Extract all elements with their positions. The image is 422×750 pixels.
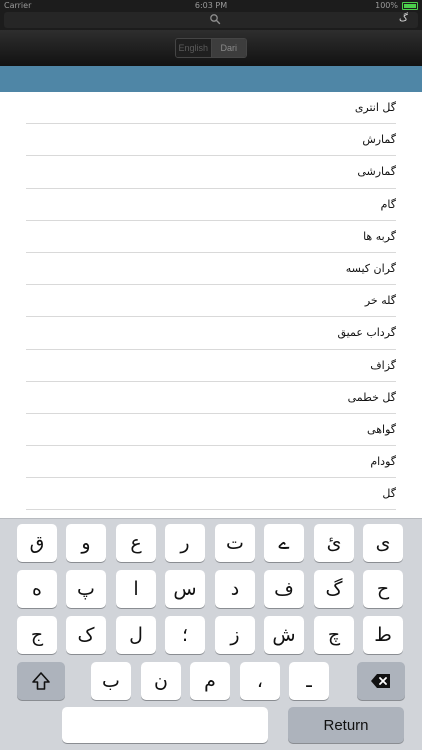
word-label: گران کیسه (345, 262, 396, 276)
search-input[interactable]: گ (4, 12, 418, 28)
key-fe[interactable]: ف (264, 570, 304, 608)
key-ta[interactable]: ط (363, 616, 403, 654)
space-key[interactable] (62, 707, 268, 743)
key-te[interactable]: ت (215, 524, 255, 562)
key-nun[interactable]: ن (141, 662, 181, 700)
word-list-item[interactable]: گواهی (26, 414, 396, 447)
key-dal[interactable]: د (215, 570, 255, 608)
word-label: گودام (370, 455, 396, 469)
word-label: گواهی (367, 422, 396, 436)
word-list-item[interactable]: گمارشی (26, 156, 396, 189)
key-ye[interactable]: ی (363, 524, 403, 562)
language-english-option[interactable]: English (176, 39, 212, 57)
word-label: گمارش (362, 133, 396, 147)
key-lam[interactable]: ل (116, 616, 156, 654)
key-waw[interactable]: و (66, 524, 106, 562)
keyboard: ی ئ ے ت ر ع و ق ح گ ف د س ا پ ه ط چ ش ز … (0, 518, 422, 750)
word-list-item[interactable]: گرداب عمیق (26, 317, 396, 350)
key-be[interactable]: ب (91, 662, 131, 700)
word-label: گل (382, 487, 396, 501)
key-shin[interactable]: ش (264, 616, 304, 654)
word-list-item[interactable]: گله خر (26, 285, 396, 318)
language-dari-option[interactable]: Dari (211, 39, 246, 57)
shift-key[interactable] (17, 662, 65, 700)
list-header (0, 66, 422, 92)
word-list-item[interactable]: گزاف (26, 350, 396, 382)
key-tatweel[interactable]: ـ (289, 662, 329, 700)
word-label: گزاف (370, 358, 396, 372)
key-sin[interactable]: س (165, 570, 205, 608)
key-ye-hamza[interactable]: ئ (314, 524, 354, 562)
key-che[interactable]: چ (314, 616, 354, 654)
word-list-item[interactable]: گودام (26, 446, 396, 479)
word-label: گرداب عمیق (337, 326, 396, 340)
shift-icon (32, 672, 50, 690)
word-list-item[interactable]: گمارش (26, 124, 396, 157)
word-list-item[interactable]: گربه ها (26, 221, 396, 253)
search-query: گ (399, 13, 408, 24)
battery-icon (402, 2, 418, 10)
word-label: گل انتری (354, 101, 396, 115)
language-toggle[interactable]: English Dari (175, 38, 247, 58)
key-comma[interactable]: ، (240, 662, 280, 700)
return-key[interactable]: Return (288, 707, 404, 743)
nav-bar: English Dari (0, 30, 422, 66)
word-list-item[interactable]: گل انتری (26, 92, 396, 125)
word-label: گمارشی (357, 165, 396, 179)
word-list-item[interactable]: گران کیسه (26, 253, 396, 286)
word-label: گل خطمی (347, 390, 396, 404)
word-label: گام (380, 197, 396, 211)
word-list-item[interactable]: گل (26, 478, 396, 511)
word-list-item[interactable]: گل خطمی (26, 382, 396, 414)
battery-percent: 100% (375, 1, 398, 10)
word-list[interactable]: گل انتری گمارش گمارشی گام گربه ها گران ک… (0, 92, 422, 518)
key-ain[interactable]: ع (116, 524, 156, 562)
key-semicolon[interactable]: ؛ (165, 616, 205, 654)
key-pe[interactable]: پ (66, 570, 106, 608)
status-bar: Carrier 6:03 PM 100% (0, 0, 422, 12)
key-kaf[interactable]: ک (66, 616, 106, 654)
key-he[interactable]: ه (17, 570, 57, 608)
key-re[interactable]: ر (165, 524, 205, 562)
word-label: گربه ها (363, 229, 396, 243)
key-mim[interactable]: م (190, 662, 230, 700)
word-list-item[interactable]: گام (26, 189, 396, 221)
backspace-key[interactable] (357, 662, 405, 700)
key-ye-barree[interactable]: ے (264, 524, 304, 562)
key-ze[interactable]: ز (215, 616, 255, 654)
key-gaf[interactable]: گ (314, 570, 354, 608)
backspace-icon (371, 674, 390, 688)
word-label: گله خر (364, 294, 396, 308)
key-qaf[interactable]: ق (17, 524, 57, 562)
clock: 6:03 PM (194, 1, 228, 10)
search-bar: گ (0, 12, 422, 30)
search-icon (210, 14, 221, 25)
key-he-jimi[interactable]: ح (363, 570, 403, 608)
key-jim[interactable]: ج (17, 616, 57, 654)
key-alef[interactable]: ا (116, 570, 156, 608)
